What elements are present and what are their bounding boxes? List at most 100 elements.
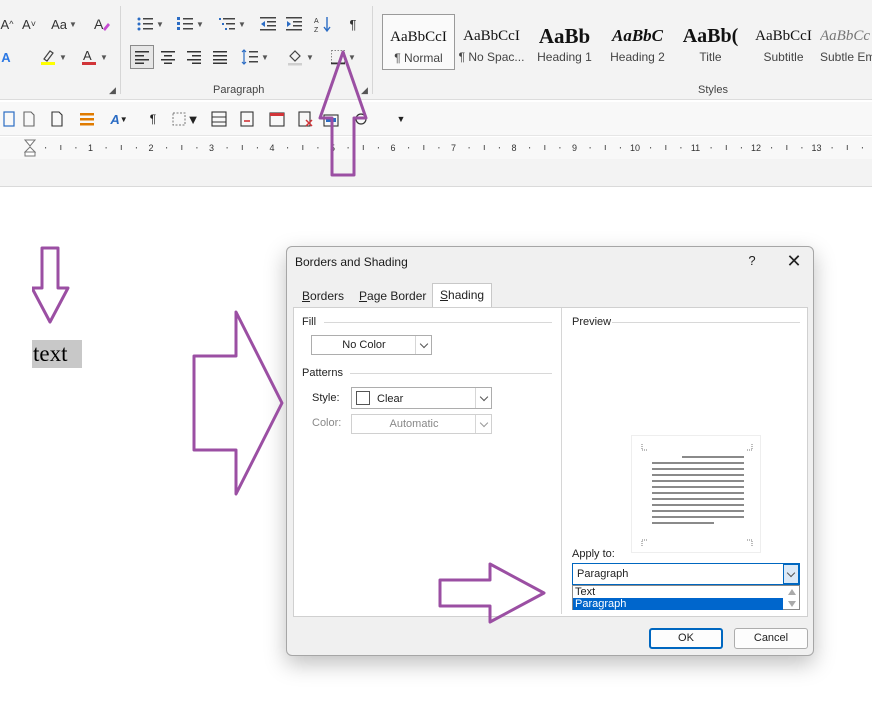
qat-item[interactable] — [210, 110, 228, 128]
numbering-button[interactable]: ▼ — [173, 13, 207, 35]
align-right-button[interactable] — [184, 46, 204, 68]
ruler-number: 10 — [630, 143, 640, 153]
style-subtle-emphasis[interactable]: AaBbCc Subtle Em — [820, 14, 872, 70]
style-heading-2[interactable]: AaBbC Heading 2 — [601, 14, 674, 70]
ruler-tick — [498, 147, 500, 149]
ruler-tick — [725, 145, 727, 150]
multilevel-list-button[interactable]: ▼ — [215, 13, 249, 35]
preview-line — [652, 516, 744, 518]
align-left-button[interactable] — [130, 45, 154, 69]
customize-qat-button[interactable]: ▼ — [392, 110, 410, 128]
increase-indent-button[interactable] — [284, 13, 304, 35]
style-normal[interactable]: AaBbCcI ¶ Normal — [382, 14, 455, 70]
horizontal-ruler[interactable]: 1 2 3 4 5 6 7 8 9 10 11 12 13 — [0, 137, 872, 159]
list-icon — [80, 113, 94, 126]
qat-item[interactable] — [48, 110, 66, 128]
qat-item[interactable] — [322, 110, 340, 128]
bullets-button[interactable]: ▼ — [133, 13, 167, 35]
preview-line — [652, 462, 744, 464]
tab-label-rest: orders — [310, 289, 345, 303]
paragraph-dialog-launcher[interactable]: ◢ — [361, 85, 368, 96]
document-shaded-text[interactable]: text — [32, 340, 82, 368]
touch-mode-icon — [355, 113, 367, 125]
line-spacing-button[interactable]: ▼ — [238, 46, 272, 68]
preview-line — [652, 498, 744, 500]
qat-item[interactable] — [296, 110, 314, 128]
apply-to-option-text[interactable]: Text — [573, 586, 783, 598]
paragraph-dialog-launcher[interactable]: ◢ — [109, 85, 116, 96]
ruler-tick — [362, 145, 364, 150]
apply-to-value: Paragraph — [577, 568, 629, 580]
style-subtitle[interactable]: AaBbCcI Subtitle — [747, 14, 820, 70]
preview-line — [652, 492, 744, 494]
indent-marker[interactable] — [24, 139, 36, 157]
ruler-number: 12 — [751, 143, 761, 153]
qat-item[interactable] — [0, 110, 18, 128]
qat-item[interactable]: ▼ — [170, 110, 200, 128]
decrease-indent-button[interactable] — [258, 13, 278, 35]
ruler-tick — [317, 147, 319, 149]
style-label: Style: — [312, 392, 340, 404]
arrow-down-annotation — [32, 246, 70, 324]
tab-borders[interactable]: Borders — [295, 285, 351, 307]
pattern-color-dropdown[interactable]: Automatic — [351, 414, 492, 434]
style-title[interactable]: AaBb( Title — [674, 14, 747, 70]
style-no-spacing[interactable]: AaBbCcI ¶ No Spac... — [455, 14, 528, 70]
style-name: Heading 1 — [537, 50, 592, 64]
style-preview: AaBbCcI — [390, 28, 447, 45]
font-color-button[interactable]: A ▼ — [78, 46, 110, 68]
align-center-button[interactable] — [158, 46, 178, 68]
style-heading-1[interactable]: AaBb Heading 1 — [528, 14, 601, 70]
apply-to-list[interactable]: Text Paragraph — [572, 585, 800, 610]
clear-formatting-button[interactable]: A — [92, 13, 112, 35]
chevron-down-icon — [475, 388, 491, 408]
sort-icon: AZ — [314, 17, 331, 33]
numbering-icon — [177, 17, 194, 30]
align-left-icon — [135, 51, 149, 64]
sort-button[interactable]: AZ — [312, 13, 334, 35]
ruler-scale: 1 2 3 4 5 6 7 8 9 10 11 12 13 — [45, 143, 863, 153]
scroll-down-icon[interactable] — [786, 598, 798, 609]
qat-item[interactable] — [268, 110, 286, 128]
scroll-up-icon[interactable] — [786, 586, 798, 597]
tab-mnemonic: P — [359, 289, 368, 303]
shading-button[interactable]: ▼ — [282, 46, 318, 68]
text-effects-button[interactable]: A — [0, 46, 12, 68]
cancel-button[interactable]: Cancel — [734, 628, 808, 649]
qat-item[interactable] — [352, 110, 370, 128]
close-icon[interactable]: ✕ — [784, 251, 804, 271]
grow-font-button[interactable]: A ^ — [0, 13, 14, 35]
change-case-button[interactable]: Aa ▼ — [48, 13, 80, 35]
highlight-button[interactable]: ▼ — [36, 46, 70, 68]
pattern-style-dropdown[interactable]: Clear — [351, 387, 492, 409]
ruler-tick — [831, 147, 833, 149]
ruler-tick — [241, 145, 243, 150]
justify-icon — [213, 51, 227, 64]
ruler-number: 2 — [148, 143, 153, 153]
show-marks-button[interactable]: ¶ — [344, 13, 362, 35]
decrease-indent-icon — [260, 17, 276, 31]
ok-button[interactable]: OK — [649, 628, 723, 649]
qat-item[interactable] — [78, 110, 96, 128]
borders-button[interactable]: ▼ — [326, 46, 360, 68]
page-icon — [3, 111, 15, 127]
qat-item[interactable]: A ▼ — [104, 110, 134, 128]
ruler-tick — [861, 147, 863, 149]
tab-page-border[interactable]: Page Border — [352, 285, 433, 307]
qat-item[interactable] — [238, 110, 256, 128]
line-spacing-icon — [241, 49, 259, 65]
help-button[interactable]: ? — [742, 251, 762, 271]
ruler-tick — [771, 147, 773, 149]
ruler-tick — [604, 145, 606, 150]
apply-to-option-paragraph[interactable]: Paragraph — [573, 598, 783, 610]
ruler-number: 4 — [269, 143, 274, 153]
tab-shading[interactable]: Shading — [432, 283, 493, 308]
apply-to-dropdown[interactable]: Paragraph — [572, 563, 800, 585]
fill-color-dropdown[interactable]: No Color — [311, 335, 432, 355]
document-icon — [23, 111, 35, 127]
qat-item[interactable]: ¶ — [144, 110, 162, 128]
ruler-tick — [60, 145, 62, 150]
justify-button[interactable] — [210, 46, 230, 68]
qat-item[interactable] — [20, 110, 38, 128]
shrink-font-button[interactable]: A ˅ — [20, 13, 38, 35]
